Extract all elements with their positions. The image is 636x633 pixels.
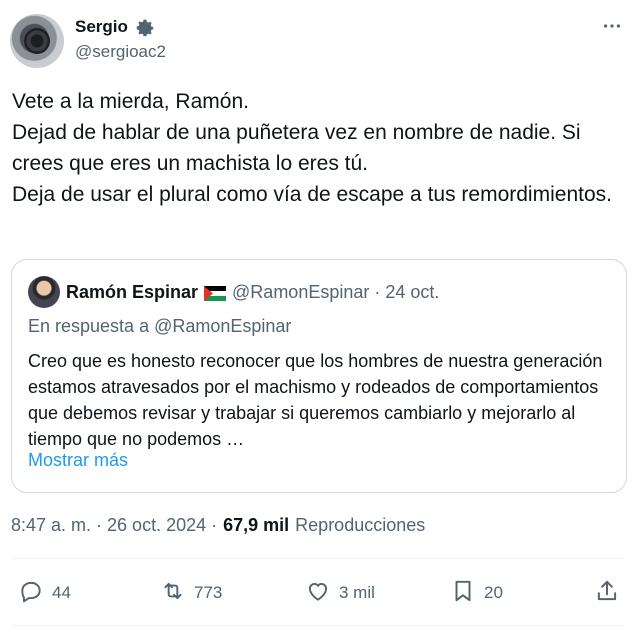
more-icon[interactable]: [600, 14, 624, 38]
quote-header: Ramón Espinar @RamonEspinar · 24 oct.: [28, 276, 439, 308]
reply-button[interactable]: 44: [18, 576, 71, 610]
like-count: 3 mil: [339, 583, 375, 602]
divider: [11, 558, 625, 559]
palestine-flag-icon: [204, 285, 227, 301]
quote-text: Creo que es honesto reconocer que los ho…: [28, 351, 603, 449]
divider: [11, 625, 625, 626]
tweet-line: Deja de usar el plural como vía de escap…: [12, 183, 612, 206]
bookmark-icon: [450, 578, 476, 609]
retweet-icon: [160, 578, 186, 609]
show-more-link[interactable]: Mostrar más: [28, 450, 128, 471]
camera-lens-image: [24, 28, 50, 54]
gear-icon: [134, 16, 156, 38]
author-name-row: Sergio: [75, 14, 166, 40]
share-button[interactable]: [594, 576, 620, 610]
tweet-line: Vete a la mierda, Ramón.: [12, 90, 249, 113]
bookmark-button[interactable]: 20: [450, 576, 503, 610]
bookmark-count: 20: [484, 583, 503, 602]
like-button[interactable]: 3 mil: [305, 576, 375, 610]
retweet-button[interactable]: 773: [160, 576, 222, 610]
author-block: Sergio @sergioac2: [75, 14, 166, 62]
quote-avatar: [28, 276, 60, 308]
views-count: 67,9 mil: [223, 515, 290, 535]
heart-icon: [305, 578, 331, 609]
action-bar: 44 773 3 mil 20: [0, 576, 636, 610]
author-avatar[interactable]: [10, 14, 64, 68]
author-handle[interactable]: @sergioac2: [75, 42, 166, 62]
timestamp[interactable]: 8:47 a. m. · 26 oct. 2024 ·: [11, 515, 217, 536]
quote-in-reply-to: En respuesta a @RamonEspinar: [28, 316, 292, 336]
quoted-tweet[interactable]: Ramón Espinar @RamonEspinar · 24 oct. En…: [11, 259, 627, 493]
share-icon: [594, 578, 620, 609]
tweet-text: Vete a la mierda, Ramón. Dejad de hablar…: [12, 86, 624, 210]
author-name[interactable]: Sergio: [75, 17, 128, 37]
quote-handle-date: @RamonEspinar · 24 oct.: [232, 281, 440, 302]
retweet-count: 773: [194, 583, 223, 602]
reply-icon: [18, 578, 44, 609]
quote-author-name: Ramón Espinar: [66, 281, 199, 302]
tweet-meta: 8:47 a. m. · 26 oct. 2024 · 67,9 mil Rep…: [11, 515, 425, 536]
tweet-line: Dejad de hablar de una puñetera vez en n…: [12, 121, 581, 175]
tweet-card: Sergio @sergioac2 Vete a la mierda, Ramó…: [0, 0, 636, 633]
reply-count: 44: [52, 583, 71, 602]
views-label: Reproducciones: [295, 515, 426, 535]
